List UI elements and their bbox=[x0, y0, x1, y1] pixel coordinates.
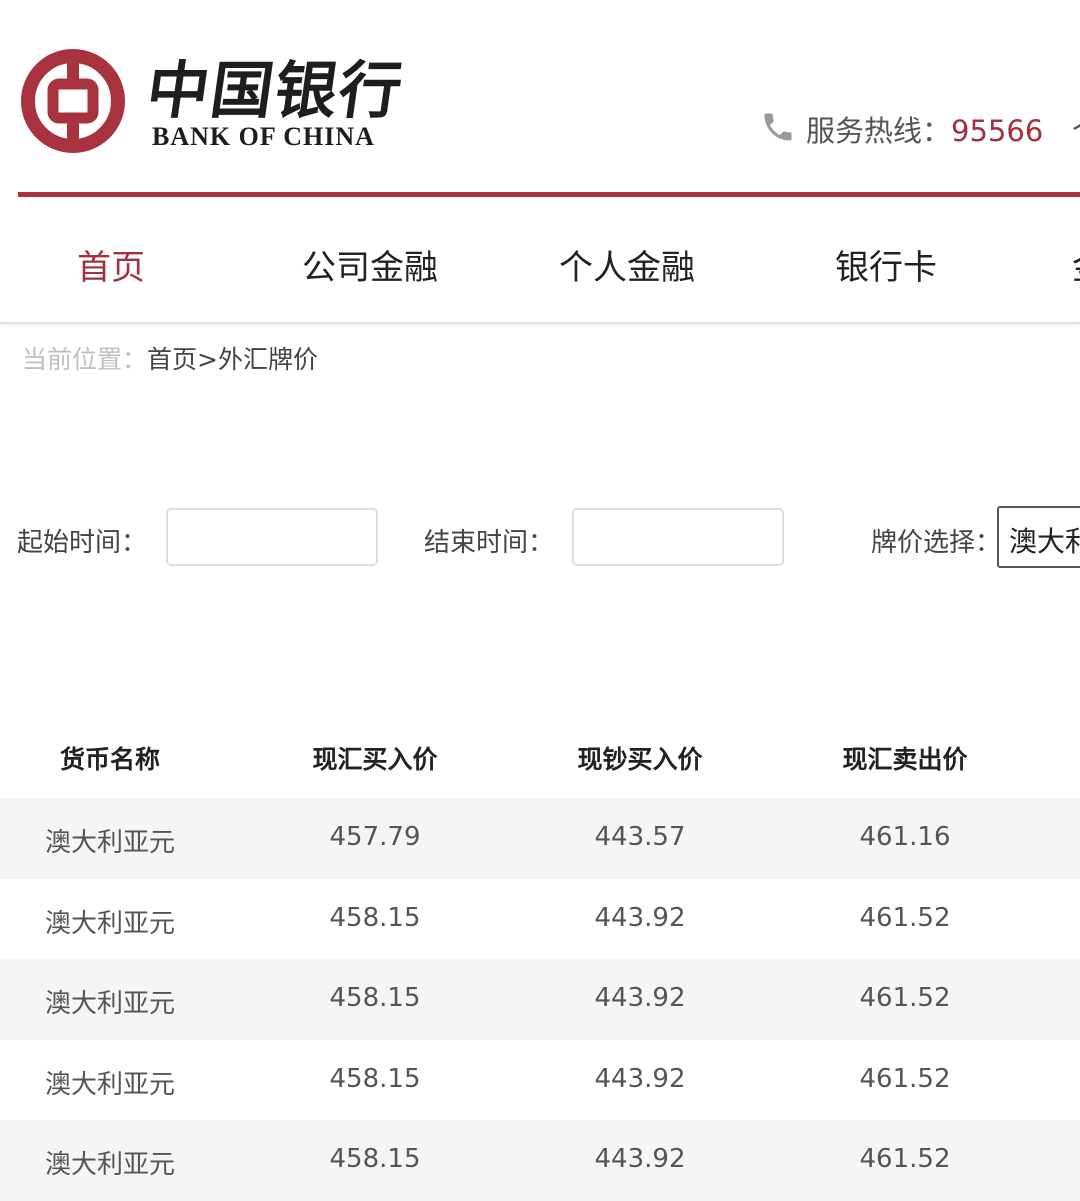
breadcrumb-path[interactable]: 首页>外汇牌价 bbox=[147, 345, 318, 374]
rate-select-label: 牌价选择： bbox=[871, 528, 1002, 558]
exchange-rate-table: 货币名称 现汇买入价 现钞买入价 现汇卖出价 澳大利亚元 457.79 443.… bbox=[0, 718, 1080, 1201]
currency-select[interactable]: 澳大利亚元 bbox=[997, 506, 1080, 568]
table-row: 澳大利亚元 458.15 443.92 461.52 bbox=[0, 1040, 1080, 1121]
end-time-label: 结束时间： bbox=[424, 528, 555, 558]
nav-item-personal-banking[interactable]: 个人金融 bbox=[559, 240, 695, 289]
col-header-spot-buy: 现汇买入价 bbox=[312, 745, 438, 774]
cell-spot-sell: 461.52 bbox=[859, 1144, 951, 1174]
cell-spot-buy: 458.15 bbox=[329, 1063, 421, 1094]
cell-cash-buy: 443.92 bbox=[594, 1063, 686, 1094]
breadcrumb: 当前位置：首页>外汇牌价 bbox=[22, 340, 318, 376]
cell-spot-buy: 458.15 bbox=[329, 1144, 421, 1174]
col-header-cash-buy: 现钞买入价 bbox=[577, 745, 703, 774]
table-row: 澳大利亚元 458.15 443.92 461.52 bbox=[0, 1120, 1080, 1201]
end-time-input[interactable] bbox=[572, 508, 784, 566]
cell-spot-sell: 461.52 bbox=[859, 902, 951, 933]
table-row: 澳大利亚元 457.79 443.57 461.16 bbox=[0, 798, 1080, 879]
cell-cash-buy: 443.92 bbox=[594, 1144, 686, 1174]
header-divider bbox=[18, 192, 1080, 197]
hotline-trailing: 个 bbox=[1072, 108, 1080, 150]
main-nav: 首页 公司金融 个人金融 银行卡 金 bbox=[0, 200, 1080, 324]
logo-chinese-name[interactable]: 中国银行 bbox=[142, 40, 411, 130]
cell-spot-sell: 461.52 bbox=[859, 1063, 951, 1094]
table-row: 澳大利亚元 458.15 443.92 461.52 bbox=[0, 879, 1080, 960]
cell-cash-buy: 443.57 bbox=[594, 822, 686, 852]
start-time-label: 起始时间： bbox=[17, 528, 148, 558]
nav-item-corporate-banking[interactable]: 公司金融 bbox=[302, 240, 438, 289]
col-header-spot-sell: 现汇卖出价 bbox=[842, 745, 968, 774]
cell-cash-buy: 443.92 bbox=[594, 902, 686, 933]
cell-spot-buy: 458.15 bbox=[329, 983, 421, 1013]
col-header-currency: 货币名称 bbox=[59, 745, 161, 774]
logo-english-name[interactable]: BANK OF CHINA bbox=[152, 122, 375, 152]
cell-cash-buy: 443.92 bbox=[594, 983, 686, 1013]
service-hotline: 服务热线：95566 个 bbox=[760, 108, 1080, 150]
table-header-row: 货币名称 现汇买入价 现钞买入价 现汇卖出价 bbox=[0, 718, 1080, 798]
nav-item-bank-card[interactable]: 银行卡 bbox=[835, 240, 937, 289]
cell-spot-sell: 461.52 bbox=[859, 983, 951, 1013]
bank-of-china-emblem-icon[interactable] bbox=[20, 48, 126, 154]
cell-currency: 澳大利亚元 bbox=[44, 828, 176, 858]
breadcrumb-label: 当前位置： bbox=[22, 345, 148, 374]
nav-item-home[interactable]: 首页 bbox=[77, 240, 145, 289]
table-row: 澳大利亚元 458.15 443.92 461.52 bbox=[0, 959, 1080, 1040]
site-header: 中国银行 BANK OF CHINA 服务热线：95566 个 bbox=[0, 0, 1080, 200]
start-time-input[interactable] bbox=[166, 508, 378, 566]
cell-currency: 澳大利亚元 bbox=[44, 908, 176, 939]
cell-spot-buy: 458.15 bbox=[329, 902, 421, 933]
cell-currency: 澳大利亚元 bbox=[44, 1150, 176, 1180]
nav-item-more[interactable]: 金 bbox=[1072, 240, 1080, 289]
hotline-label: 服务热线： bbox=[806, 114, 952, 148]
phone-icon bbox=[764, 113, 792, 141]
cell-currency: 澳大利亚元 bbox=[44, 989, 176, 1019]
hotline-number[interactable]: 95566 bbox=[951, 114, 1043, 148]
cell-spot-sell: 461.16 bbox=[859, 822, 951, 852]
cell-currency: 澳大利亚元 bbox=[44, 1069, 176, 1100]
cell-spot-buy: 457.79 bbox=[329, 822, 421, 852]
